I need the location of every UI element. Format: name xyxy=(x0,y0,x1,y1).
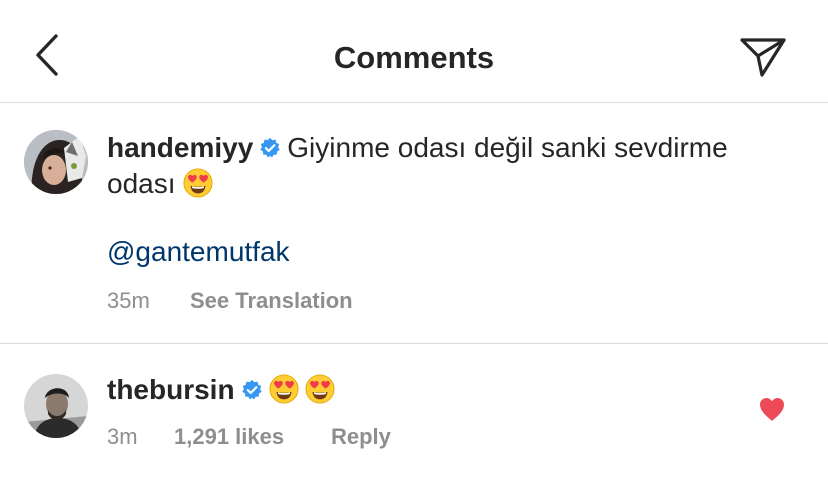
comment-text: handemiyy Giyinme odası değil sanki sevdi… xyxy=(107,130,767,202)
comment-username[interactable]: handemiyy xyxy=(107,132,253,163)
heart-icon[interactable] xyxy=(758,396,786,422)
header-bar: Comments xyxy=(0,0,828,103)
avatar[interactable] xyxy=(24,374,88,438)
divider xyxy=(0,343,828,344)
verified-badge-icon xyxy=(241,379,263,401)
comment-timestamp: 35m xyxy=(107,288,150,313)
reply-timestamp: 3m xyxy=(107,424,138,449)
heart-eyes-emoji-icon xyxy=(269,374,299,404)
page-title: Comments xyxy=(333,40,495,75)
reply-text: thebursin xyxy=(107,372,335,408)
reply-button[interactable]: Reply xyxy=(331,424,391,450)
heart-eyes-emoji-icon xyxy=(305,374,335,404)
verified-badge-icon xyxy=(259,137,281,159)
reply-username[interactable]: thebursin xyxy=(107,374,235,405)
avatar[interactable] xyxy=(24,130,88,194)
see-translation-button[interactable]: See Translation xyxy=(190,288,353,314)
mention-link[interactable]: @gantemutfak xyxy=(107,236,290,268)
likes-count[interactable]: 1,291 likes xyxy=(174,424,284,450)
paper-plane-icon[interactable] xyxy=(738,36,788,78)
heart-eyes-emoji-icon xyxy=(183,168,213,198)
